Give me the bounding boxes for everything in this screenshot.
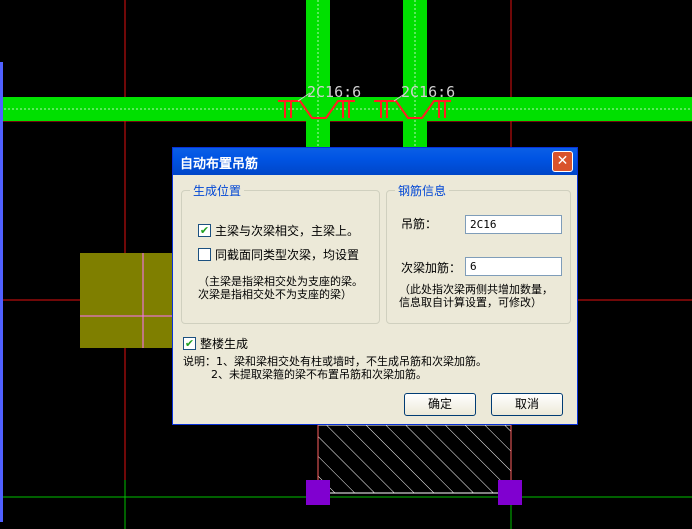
checkbox-box-2[interactable] [198, 248, 211, 261]
secondary-beam-1 [306, 0, 330, 150]
position-note: （主梁是指梁相交处为支座的梁。 次梁是指相交处不为支座的梁） [198, 275, 363, 301]
secondary-beam-rebar-label: 次梁加筋： [401, 261, 462, 275]
column [80, 253, 174, 348]
whole-building-checkbox[interactable]: ✔ 整楼生成 [183, 335, 248, 352]
secondary-beam-rebar-input[interactable]: 6 [465, 257, 562, 276]
ok-button[interactable]: 确定 [404, 393, 476, 416]
hatched-wall [317, 424, 512, 494]
rebar-label-1: 2C16:6 [307, 83, 361, 101]
same-section-beam-checkbox[interactable]: 同截面同类型次梁，均设置 [198, 246, 359, 263]
hanger-label: 吊筋： [401, 217, 438, 231]
hanger-input[interactable]: 2C16 [465, 215, 562, 234]
same-section-beam-label: 同截面同类型次梁，均设置 [215, 248, 360, 262]
rebar-note: （此处指次梁两侧共增加数量， 信息取自计算设置，可修改） [399, 283, 553, 309]
close-button[interactable]: ✕ [552, 151, 573, 172]
auto-hanger-dialog: 自动布置吊筋 ✕ 生成位置 ✔ 主梁与次梁相交，主梁上。 同截面同类型次梁，均设… [172, 147, 578, 425]
cancel-button[interactable]: 取消 [491, 393, 563, 416]
position-group: 生成位置 ✔ 主梁与次梁相交，主梁上。 同截面同类型次梁，均设置 （主梁是指梁相… [181, 182, 380, 324]
explanation-text: 说明：1、梁和梁相交处有柱或墙时，不生成吊筋和次梁加筋。 2、未提取梁箍的梁不布… [183, 355, 487, 381]
small-column-2 [498, 480, 522, 505]
whole-building-label: 整楼生成 [200, 337, 249, 351]
dialog-titlebar[interactable]: 自动布置吊筋 ✕ [173, 148, 577, 175]
dialog-title: 自动布置吊筋 [180, 157, 259, 172]
secondary-beam-2 [403, 0, 427, 150]
rebar-info-group: 钢筋信息 吊筋： 2C16 次梁加筋： 6 （此处指次梁两侧共增加数量， 信息取… [386, 182, 571, 324]
small-column-1 [306, 480, 330, 505]
checkbox-box-1[interactable]: ✔ [198, 224, 211, 237]
checkbox-box-3[interactable]: ✔ [183, 337, 196, 350]
rebar-label-2: 2C16:6 [401, 83, 455, 101]
main-beam-intersection-checkbox[interactable]: ✔ 主梁与次梁相交，主梁上。 [198, 222, 359, 239]
main-beam-intersection-label: 主梁与次梁相交，主梁上。 [215, 224, 360, 238]
position-group-title: 生成位置 [190, 182, 245, 199]
rebar-info-group-title: 钢筋信息 [395, 182, 450, 199]
